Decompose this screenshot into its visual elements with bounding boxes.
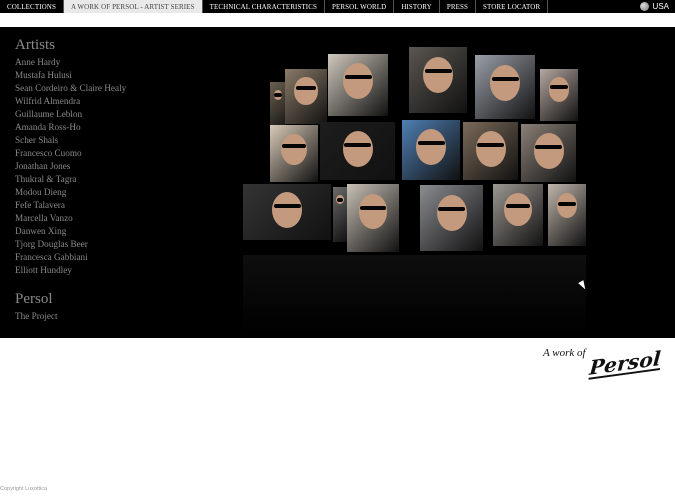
copyright-text: Copyright Luxottica xyxy=(0,486,48,492)
artist-link[interactable]: Elliott Hundley xyxy=(15,264,215,277)
persol-link[interactable]: The Project xyxy=(15,310,215,323)
nav-tab-3[interactable]: PERSOL WORLD xyxy=(325,0,395,13)
persol-logo: A work of Persol xyxy=(543,345,663,385)
portrait-face xyxy=(556,193,578,219)
portrait-tile[interactable] xyxy=(420,185,483,251)
top-navigation: COLLECTIONS A WORK OF PERSOL - ARTIST SER… xyxy=(0,0,675,13)
portrait-tile[interactable] xyxy=(243,184,331,240)
portrait-face xyxy=(280,133,308,166)
sunglasses-icon xyxy=(282,144,306,149)
sunglasses-icon xyxy=(491,76,519,81)
portrait-tile[interactable] xyxy=(347,184,399,252)
sunglasses-icon xyxy=(477,142,504,147)
artist-link[interactable]: Anne Hardy xyxy=(15,56,215,69)
artist-list: Anne Hardy Mustafa Hulusi Sean Cordeiro & … xyxy=(15,56,215,277)
portrait-tile[interactable] xyxy=(475,55,535,119)
portrait-tile[interactable] xyxy=(285,69,327,124)
sunglasses-icon xyxy=(424,68,452,73)
portrait-face xyxy=(475,130,506,167)
portrait-tile[interactable] xyxy=(409,47,467,113)
artist-link[interactable]: Tjorg Douglas Beer xyxy=(15,238,215,251)
artist-link[interactable]: Guillaume Leblon xyxy=(15,108,215,121)
portrait-face xyxy=(272,192,302,229)
nav-tab-0[interactable]: COLLECTIONS xyxy=(0,0,64,13)
portrait-face xyxy=(416,129,446,165)
nav-tab-1[interactable]: A WORK OF PERSOL - ARTIST SERIES xyxy=(63,0,203,13)
sunglasses-icon xyxy=(344,142,371,147)
globe-icon xyxy=(639,2,649,11)
portrait-tile[interactable] xyxy=(548,184,586,246)
artist-link[interactable]: Danwen Xing xyxy=(15,225,215,238)
persol-heading: Persol xyxy=(15,291,53,307)
region-selector[interactable]: USA xyxy=(639,0,669,13)
sunglasses-icon xyxy=(438,206,465,211)
artist-link[interactable]: Modou Dieng xyxy=(15,186,215,199)
portrait-tile[interactable] xyxy=(320,122,395,180)
portrait-face xyxy=(358,194,388,229)
persol-list: The Project xyxy=(15,310,215,323)
sunglasses-icon xyxy=(557,201,577,206)
sunglasses-icon xyxy=(360,205,386,210)
portrait-tile[interactable] xyxy=(521,124,576,182)
portrait-face xyxy=(504,193,532,227)
artist-link[interactable]: Thukral & Tagra xyxy=(15,173,215,186)
wall-reflection xyxy=(243,255,586,335)
portrait-tile[interactable] xyxy=(270,125,318,182)
artist-link[interactable]: Mustafa Hulusi xyxy=(15,69,215,82)
portrait-tile[interactable] xyxy=(493,184,543,246)
portrait-face xyxy=(436,194,467,231)
nav-tab-5[interactable]: PRESS xyxy=(440,0,476,13)
artist-stage: Artists Anne Hardy Mustafa Hulusi Sean Cor… xyxy=(0,27,675,338)
portrait-face xyxy=(423,56,453,93)
portrait-face xyxy=(533,132,564,169)
portrait-tile[interactable] xyxy=(540,69,578,121)
portrait-face xyxy=(490,64,520,101)
artist-link[interactable]: Jonathan Jones xyxy=(15,160,215,173)
portrait-tile[interactable] xyxy=(333,187,347,242)
portrait-face xyxy=(343,63,373,100)
logo-tagline: A work of xyxy=(543,347,586,359)
artist-link[interactable]: Francesca Gabbiani xyxy=(15,251,215,264)
portrait-tile[interactable] xyxy=(328,54,388,116)
nav-tab-4[interactable]: HISTORY xyxy=(394,0,440,13)
portrait-face xyxy=(548,76,570,102)
sunglasses-icon xyxy=(417,141,445,145)
artists-heading: Artists xyxy=(15,37,56,53)
artist-link[interactable]: Marcella Vanzo xyxy=(15,212,215,225)
nav-tab-6[interactable]: STORE LOCATOR xyxy=(476,0,549,13)
logo-brand: Persol xyxy=(588,346,662,380)
artist-link[interactable]: Amanda Ross-Ho xyxy=(15,121,215,134)
portrait-tile[interactable] xyxy=(463,122,518,180)
sunglasses-icon xyxy=(274,93,282,98)
artist-link[interactable]: Sean Cordeiro & Claire Healy xyxy=(15,82,215,95)
sunglasses-icon xyxy=(505,204,531,209)
portrait-face xyxy=(342,130,373,167)
artist-link[interactable]: Francesco Cuomo xyxy=(15,147,215,160)
artist-link[interactable]: Wilfrid Almendra xyxy=(15,95,215,108)
sunglasses-icon xyxy=(549,85,569,90)
sidebar: Artists Anne Hardy Mustafa Hulusi Sean Cor… xyxy=(15,37,215,323)
portrait-tile[interactable] xyxy=(402,120,460,180)
portrait-face xyxy=(294,77,318,105)
artist-link[interactable]: Scher Shals xyxy=(15,134,215,147)
sunglasses-icon xyxy=(295,86,317,91)
region-label: USA xyxy=(652,2,669,11)
sunglasses-icon xyxy=(344,75,372,80)
artist-link[interactable]: Fefe Talavera xyxy=(15,199,215,212)
sunglasses-icon xyxy=(273,204,301,209)
sunglasses-icon xyxy=(535,144,562,149)
nav-tab-2[interactable]: TECHNICAL CHARACTERISTICS xyxy=(203,0,326,13)
